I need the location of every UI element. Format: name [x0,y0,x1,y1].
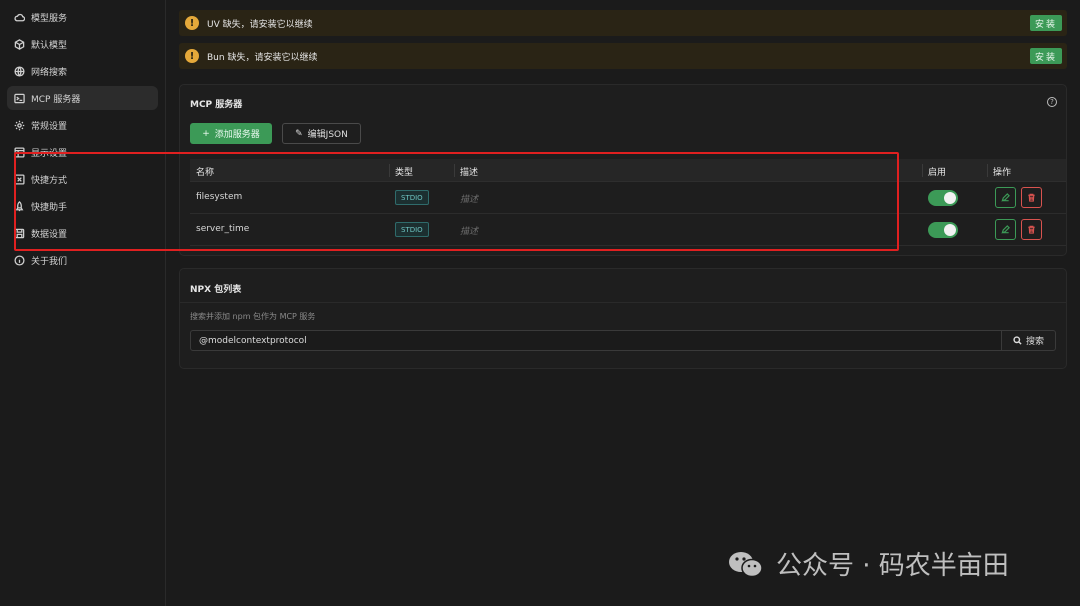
search-icon [1013,336,1022,345]
server-name: filesystem [196,192,243,202]
sidebar-item-data-settings[interactable]: 数据设置 [7,221,158,245]
terminal-icon [13,92,25,104]
sidebar-item-label: 默认模型 [31,40,68,51]
warning-icon: ! [185,16,199,30]
delete-button[interactable] [1021,187,1042,208]
sidebar-item-mcp-server[interactable]: MCP 服务器 [7,86,158,110]
enable-toggle[interactable] [928,222,958,238]
sidebar-item-label: 快捷助手 [31,202,68,213]
npx-search-input[interactable]: @modelcontextprotocol [190,330,1002,351]
plus-icon: + [202,128,210,139]
main-content: ! UV 缺失，请安装它以继续 安装 ! Bun 缺失，请安装它以继续 安装 M… [166,0,1080,606]
server-description: 描述 [460,227,479,237]
sidebar-item-display-settings[interactable]: 显示设置 [7,140,158,164]
watermark-text: 公众号 · 码农半亩田 [776,551,1009,581]
column-header-actions: 操作 [993,168,1012,178]
sidebar-item-general-settings[interactable]: 常规设置 [7,113,158,137]
column-header-name: 名称 [196,168,215,178]
sidebar-item-label: 网络搜索 [31,67,68,78]
cloud-icon [13,11,25,23]
sidebar-item-label: 关于我们 [31,256,68,267]
search-value: @modelcontextprotocol [199,335,307,346]
install-uv-button[interactable]: 安装 [1030,15,1062,31]
search-button[interactable]: 搜索 [1001,330,1056,351]
column-header-enabled: 启用 [928,168,947,178]
sidebar-item-default-model[interactable]: 默认模型 [7,32,158,56]
search-button-label: 搜索 [1025,337,1044,347]
add-server-button[interactable]: + 添加服务器 [190,123,272,144]
rocket-icon [13,200,25,212]
trash-icon [1028,225,1035,234]
uv-missing-alert: ! UV 缺失，请安装它以继续 安装 [179,10,1067,36]
trash-icon [1028,193,1035,202]
sidebar-item-quick-assistant[interactable]: 快捷助手 [7,194,158,218]
install-bun-button[interactable]: 安装 [1030,48,1062,64]
edit-json-label: 编辑JSON [307,130,348,140]
layout-icon [13,146,25,158]
watermark: 公众号 · 码农半亩田 [726,545,1009,582]
delete-button[interactable] [1021,219,1042,240]
pencil-icon [1001,193,1010,202]
add-server-label: 添加服务器 [214,130,260,140]
sidebar-item-about[interactable]: 关于我们 [7,248,158,272]
warning-icon: ! [185,49,199,63]
server-name: server_time [196,224,250,234]
sidebar-item-web-search[interactable]: 网络搜索 [7,59,158,83]
bun-missing-alert: ! Bun 缺失，请安装它以继续 安装 [179,43,1067,69]
sidebar-item-label: 快捷方式 [31,175,68,186]
command-icon [13,173,25,185]
sidebar: 模型服务 默认模型 网络搜索 MCP 服务器 常规设置 显示设置 快捷方式 快捷… [0,0,166,606]
sidebar-item-label: MCP 服务器 [31,94,81,105]
wechat-icon [729,551,763,577]
card-title: MCP 服务器 [190,100,243,110]
server-table: 名称 类型 描述 启用 操作 filesystem STDIO 描述 serve… [190,159,1066,246]
cube-icon [13,38,25,50]
pencil-icon: ✎ [295,128,303,139]
gear-icon [13,119,25,131]
edit-button[interactable] [995,219,1016,240]
alert-text: Bun 缺失，请安装它以继续 [207,52,318,63]
enable-toggle[interactable] [928,190,958,206]
type-badge: STDIO [395,190,429,205]
column-header-desc: 描述 [460,168,479,178]
sidebar-item-label: 常规设置 [31,121,68,132]
sidebar-item-model-service[interactable]: 模型服务 [7,5,158,29]
sidebar-item-label: 数据设置 [31,229,68,240]
mcp-server-card: MCP 服务器 ? + 添加服务器 ✎ 编辑JSON 名称 类型 描述 启用 操… [179,84,1067,256]
table-row: server_time STDIO 描述 [190,214,1066,246]
table-header: 名称 类型 描述 启用 操作 [190,159,1066,182]
npx-package-card: NPX 包列表 搜索并添加 npm 包作为 MCP 服务 @modelconte… [179,268,1067,369]
card-title: NPX 包列表 [190,285,242,295]
type-badge: STDIO [395,222,429,237]
alert-text: UV 缺失，请安装它以继续 [207,19,313,30]
help-icon[interactable]: ? [1047,97,1057,107]
globe-icon [13,65,25,77]
sidebar-item-shortcuts[interactable]: 快捷方式 [7,167,158,191]
pencil-icon [1001,225,1010,234]
column-header-type: 类型 [395,168,414,178]
table-row: filesystem STDIO 描述 [190,182,1066,214]
info-icon [13,254,25,266]
sidebar-item-label: 模型服务 [31,13,68,24]
server-description: 描述 [460,195,479,205]
edit-json-button[interactable]: ✎ 编辑JSON [282,123,361,144]
save-icon [13,227,25,239]
edit-button[interactable] [995,187,1016,208]
npx-subtitle: 搜索并添加 npm 包作为 MCP 服务 [190,312,316,321]
sidebar-item-label: 显示设置 [31,148,68,159]
